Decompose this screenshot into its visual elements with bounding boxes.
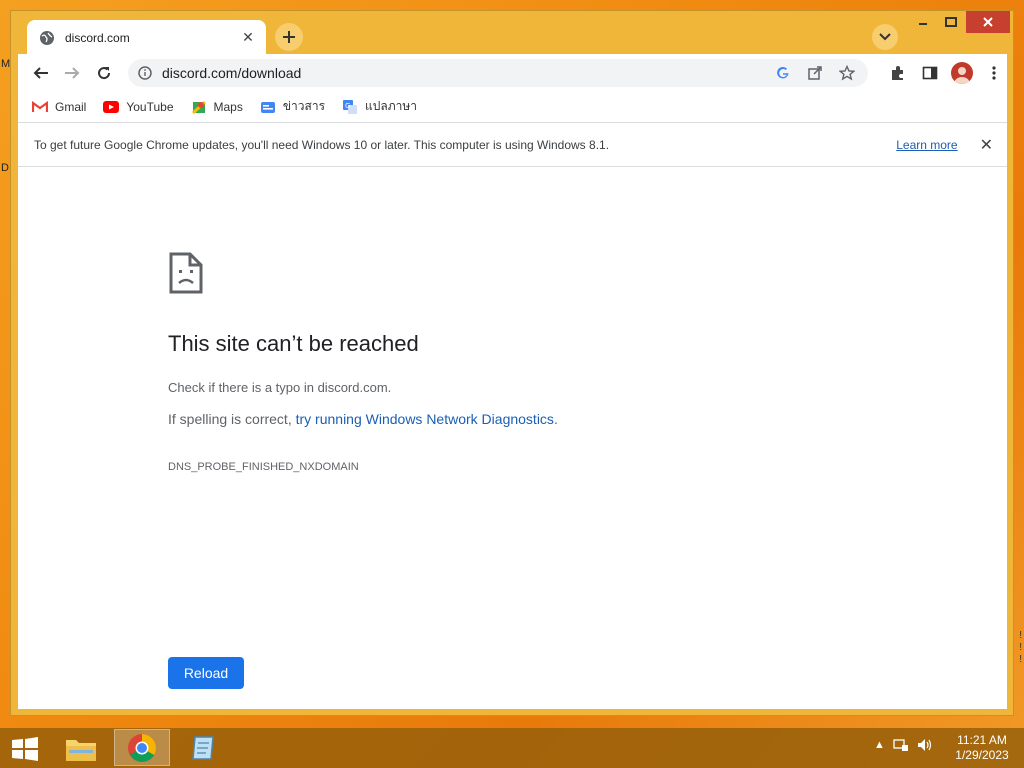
taskbar: ▲ 11:21 AM 1/29/2023 <box>0 728 1024 768</box>
extensions-button[interactable] <box>885 60 911 86</box>
learn-more-link[interactable]: Learn more <box>896 138 957 152</box>
plus-icon <box>283 31 295 43</box>
bookmark-youtube[interactable]: YouTube <box>103 99 174 115</box>
bookmark-label: Gmail <box>55 99 87 114</box>
chrome-window: discord.com ✕ discord.com/download Gmail… <box>10 10 1014 716</box>
browser-toolbar: discord.com/download <box>18 54 1007 91</box>
back-button[interactable] <box>28 60 54 86</box>
menu-button[interactable] <box>981 60 1007 86</box>
desktop-icon-label: D <box>1 162 9 174</box>
clock[interactable]: 11:21 AM 1/29/2023 <box>950 733 1014 763</box>
title-bar: discord.com ✕ <box>11 11 1013 55</box>
bookmark-label: แปลภาษา <box>365 99 418 113</box>
avatar <box>951 62 973 84</box>
reload-button[interactable]: Reload <box>168 657 244 689</box>
gmail-icon <box>32 100 48 112</box>
error-suggestion: Check if there is a typo in discord.com. <box>168 380 392 395</box>
minimize-button[interactable] <box>908 11 938 33</box>
star-icon <box>839 65 855 81</box>
window-close-button[interactable] <box>966 11 1010 33</box>
svg-text:G: G <box>345 102 350 110</box>
close-icon <box>983 17 993 27</box>
page-content: This site can’t be reached Check if ther… <box>18 167 1007 709</box>
chevron-down-icon <box>879 33 891 41</box>
share-icon <box>808 66 822 80</box>
side-panel-button[interactable] <box>917 60 943 86</box>
minimize-icon <box>919 23 927 25</box>
infobar-close-icon[interactable]: ✕ <box>980 135 993 155</box>
globe-icon <box>40 30 54 45</box>
tab-search-button[interactable] <box>872 24 898 50</box>
bookmark-maps[interactable]: Maps <box>191 99 243 115</box>
side-panel-icon <box>922 66 938 80</box>
maximize-button[interactable] <box>936 11 966 33</box>
address-bar[interactable]: discord.com/download <box>128 59 868 87</box>
maps-icon <box>191 100 206 114</box>
notepad-icon <box>192 735 214 760</box>
bookmark-label: ข่าวสาร <box>282 99 326 113</box>
google-lens-button[interactable] <box>772 62 794 84</box>
bookmark-gmail[interactable]: Gmail <box>32 99 86 115</box>
windows-start-icon[interactable] <box>10 737 40 761</box>
user-icon <box>954 67 970 84</box>
error-title: This site can’t be reached <box>168 331 419 356</box>
desktop-right-edge: ! ! ! <box>1019 630 1022 666</box>
puzzle-icon <box>892 66 903 80</box>
arrow-left-icon <box>33 67 48 79</box>
desktop-mark: ! <box>1019 654 1022 665</box>
taskbar-notepad[interactable] <box>176 729 232 766</box>
arrow-right-icon <box>65 67 80 79</box>
diagnostics-suffix: . <box>553 411 558 427</box>
bookmarks-bar: Gmail YouTube Maps ข่าวสาร G แปลภาษา <box>18 91 1007 122</box>
diagnostics-link[interactable]: try running Windows Network Diagnostics <box>296 411 554 427</box>
bookmark-label: Maps <box>213 99 243 114</box>
tab-discord[interactable]: discord.com ✕ <box>27 20 266 55</box>
infobar-message: To get future Google Chrome updates, you… <box>34 137 610 152</box>
tab-title: discord.com <box>65 30 130 45</box>
bookmark-star-button[interactable] <box>836 62 858 84</box>
tray-expand-icon[interactable]: ▲ <box>874 739 885 751</box>
desktop-icon-label: M <box>1 58 11 70</box>
error-code: DNS_PROBE_FINISHED_NXDOMAIN <box>168 461 359 473</box>
sad-page-icon <box>169 252 203 294</box>
maximize-icon <box>945 17 957 27</box>
error-diagnostics-hint: If spelling is correct, try running Wind… <box>168 411 558 427</box>
share-button[interactable] <box>804 62 826 84</box>
forward-button[interactable] <box>59 60 85 86</box>
google-icon <box>777 66 789 79</box>
diagnostics-prefix: If spelling is correct, <box>168 411 296 427</box>
info-icon[interactable] <box>138 66 152 80</box>
reload-toolbar-button[interactable] <box>91 60 117 86</box>
folder-icon <box>66 739 96 761</box>
desktop-mark: ! <box>1019 642 1022 653</box>
volume-icon[interactable] <box>917 738 933 752</box>
update-infobar: To get future Google Chrome updates, you… <box>18 122 1007 167</box>
network-icon[interactable] <box>893 738 909 752</box>
profile-button[interactable] <box>949 60 975 86</box>
bookmark-label: YouTube <box>126 99 174 114</box>
youtube-icon <box>103 100 120 113</box>
taskbar-chrome[interactable] <box>114 729 170 766</box>
taskbar-file-explorer[interactable] <box>53 729 109 766</box>
more-vert-icon <box>992 66 996 80</box>
bookmark-translate[interactable]: G แปลภาษา <box>342 97 417 116</box>
desktop-mark: ! <box>1019 630 1022 641</box>
bookmark-news[interactable]: ข่าวสาร <box>260 97 325 116</box>
translate-icon: G <box>343 99 358 114</box>
tab-close-icon[interactable]: ✕ <box>240 29 256 46</box>
refresh-icon <box>98 67 111 80</box>
chrome-icon <box>128 733 156 762</box>
news-icon <box>260 101 275 113</box>
clock-date: 1/29/2023 <box>955 748 1009 762</box>
clock-time: 11:21 AM <box>957 733 1007 747</box>
new-tab-button[interactable] <box>275 23 303 51</box>
system-tray: ▲ <box>874 738 933 752</box>
url-text[interactable]: discord.com/download <box>162 65 772 81</box>
